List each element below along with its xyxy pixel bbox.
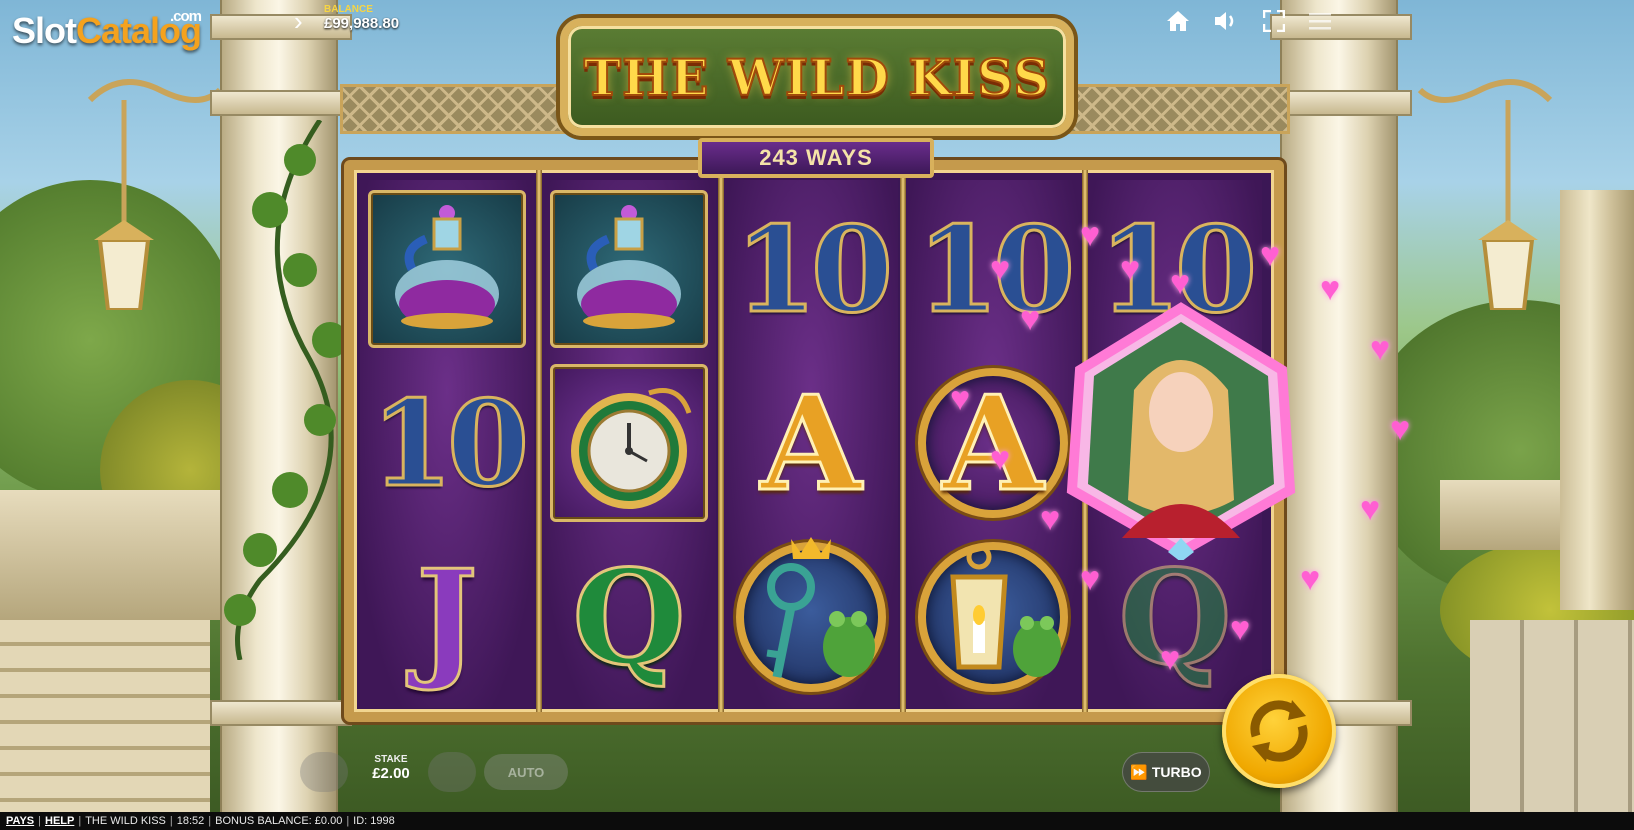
lantern-right-icon [1417, 79, 1553, 310]
heart-particle-icon: ♥ [1080, 216, 1101, 254]
heart-particle-icon: ♥ [1320, 270, 1341, 308]
footer-bar: PAYS | HELP | THE WILD KISS | 18:52 | BO… [0, 812, 1634, 830]
symbol-lantern-frog [910, 534, 1076, 700]
pays-link[interactable]: PAYS [6, 815, 34, 827]
fullscreen-icon[interactable] [1258, 6, 1290, 36]
symbol-ten-text: 10 [369, 372, 530, 514]
menu-icon[interactable] [1304, 6, 1336, 36]
spin-arrows-icon [1250, 700, 1308, 762]
home-icon[interactable] [1162, 6, 1194, 36]
heart-particle-icon: ♥ [1360, 490, 1381, 528]
sound-icon[interactable] [1210, 6, 1242, 36]
game-title-sign: THE WILD KISS [560, 18, 1074, 136]
gazebo-pillar [1560, 190, 1634, 610]
heart-particle-icon: ♥ [1230, 610, 1251, 648]
stone-wall [1470, 620, 1634, 812]
balance-value: £99,988.80 [324, 15, 400, 32]
heart-particle-icon: ♥ [1080, 560, 1101, 598]
chevron-right-icon[interactable]: › [294, 6, 303, 37]
stake-label: STAKE [374, 754, 408, 765]
symbol-potion [364, 186, 530, 352]
stake-display: STAKE £2.00 [358, 754, 424, 782]
symbol-queen: Q [546, 534, 712, 700]
symbol-key-frog [728, 534, 894, 700]
symbol-ten-text: 10 [733, 198, 894, 340]
game-stage: 10 J Q 10 A 10 A 10 Q ♥ ♥ ♥ ♥ ♥ ♥ ♥ ♥ ♥ … [0, 0, 1634, 830]
turbo-button[interactable]: ⏩ TURBO [1122, 752, 1210, 792]
symbol-ten: 10 [728, 186, 894, 352]
balance-label: BALANCE [324, 4, 373, 15]
minus-stake-button[interactable] [300, 752, 348, 792]
heart-particle-icon: ♥ [1170, 264, 1191, 302]
footer-bonus-balance: BONUS BALANCE: £0.00 [215, 815, 343, 827]
symbol-jack: J [364, 534, 530, 700]
heart-particle-icon: ♥ [950, 380, 971, 418]
symbol-ace: A [728, 360, 894, 526]
symbol-queen-text: Q [571, 539, 687, 695]
help-link[interactable]: HELP [45, 815, 74, 827]
balance-display: BALANCE £99,988.80 [324, 4, 399, 32]
balustrade-left [0, 490, 230, 620]
slotcatalog-logo: SlotCatalog .com [12, 8, 202, 51]
symbol-potion [546, 186, 712, 352]
pocket-watch-icon [571, 388, 692, 509]
symbol-jack-text: J [415, 539, 479, 695]
fast-forward-icon: ⏩ [1130, 763, 1148, 780]
footer-id: ID: 1998 [353, 815, 395, 827]
lantern-frog-icon [950, 544, 1061, 677]
stake-value: £2.00 [372, 765, 410, 782]
symbol-pocket-watch [546, 360, 712, 526]
spin-button[interactable] [1222, 674, 1336, 788]
heart-particle-icon: ♥ [1040, 500, 1061, 538]
footer-time: 18:52 [176, 815, 205, 827]
heart-particle-icon: ♥ [1260, 236, 1281, 274]
princess-wild-icon [1066, 302, 1296, 560]
ways-badge: 243 WAYS [698, 138, 934, 178]
footer-game-name: THE WILD KISS [85, 815, 166, 827]
key-frog-icon [766, 537, 875, 678]
heart-particle-icon: ♥ [1160, 640, 1181, 678]
heart-particle-icon: ♥ [1300, 560, 1321, 598]
heart-particle-icon: ♥ [1020, 300, 1041, 338]
symbol-ten: 10 [364, 360, 530, 526]
heart-particle-icon: ♥ [1390, 410, 1411, 448]
turbo-label: TURBO [1151, 764, 1202, 780]
heart-particle-icon: ♥ [990, 440, 1011, 478]
heart-particle-icon: ♥ [1120, 250, 1141, 288]
potion-bottle-icon [577, 205, 681, 329]
symbol-ace-text: A [759, 365, 863, 521]
plus-stake-button[interactable] [428, 752, 476, 792]
game-title: THE WILD KISS [583, 47, 1051, 108]
heart-particle-icon: ♥ [1370, 330, 1391, 368]
heart-particle-icon: ♥ [990, 250, 1011, 288]
potion-bottle-icon [395, 205, 499, 329]
auto-button[interactable]: AUTO [484, 754, 568, 790]
stone-stairs [0, 620, 210, 812]
